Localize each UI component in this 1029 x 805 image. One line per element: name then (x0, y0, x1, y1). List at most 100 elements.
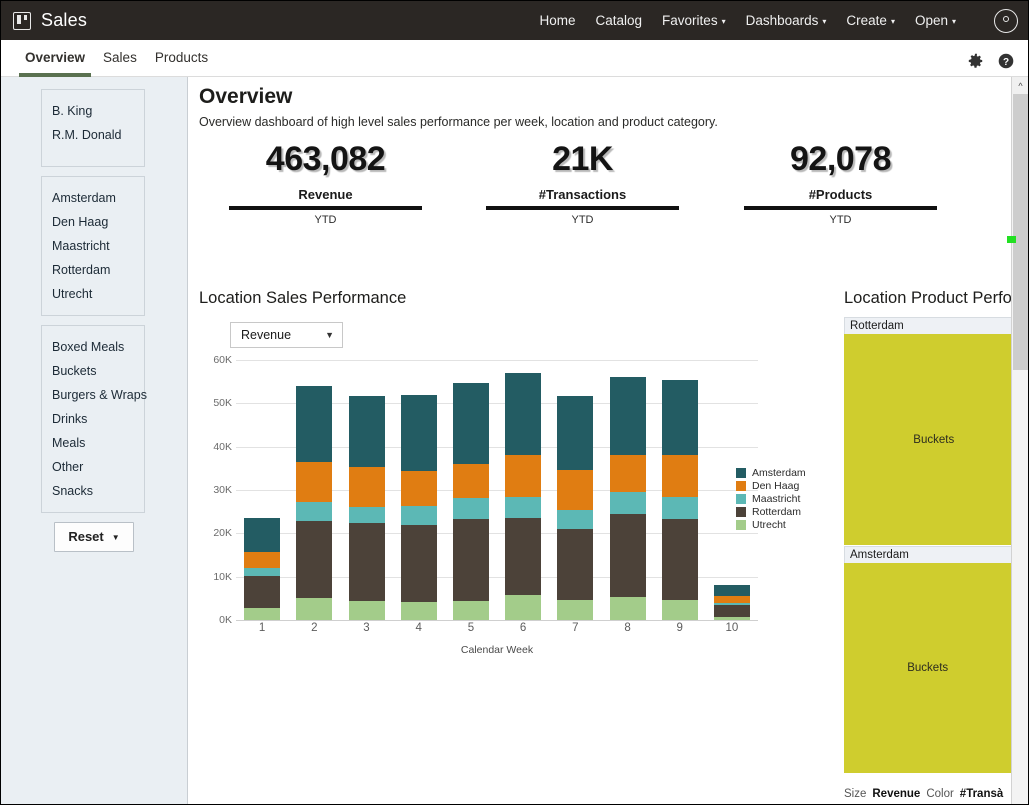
bar-segment[interactable] (557, 396, 593, 471)
kpi-transactions[interactable]: 21K #Transactions YTD (486, 139, 679, 226)
bar-segment[interactable] (349, 523, 385, 601)
bar-segment[interactable] (610, 514, 646, 597)
filter-item-amsterdam[interactable]: Amsterdam (52, 186, 134, 210)
bar-segment[interactable] (349, 601, 385, 621)
treemap-group-header[interactable]: Amsterdam (844, 546, 1029, 563)
bar-segment[interactable] (349, 507, 385, 523)
filter-item-drinks[interactable]: Drinks (52, 407, 134, 431)
bar-segment[interactable] (401, 395, 437, 471)
stacked-bar[interactable] (714, 585, 750, 620)
bar-segment[interactable] (244, 518, 280, 552)
bar-segment[interactable] (401, 471, 437, 506)
treemap-tile[interactable]: Buckets (844, 334, 1023, 545)
bar-segment[interactable] (349, 467, 385, 506)
bar-segment[interactable] (296, 462, 332, 502)
user-avatar-icon[interactable] (994, 9, 1018, 33)
bar-segment[interactable] (296, 386, 332, 462)
nav-item-dashboards[interactable]: Dashboards ▾ (746, 13, 827, 28)
filter-item-rotterdam[interactable]: Rotterdam (52, 258, 134, 282)
bar-segment[interactable] (401, 602, 437, 620)
scrollbar-thumb[interactable] (1013, 94, 1028, 370)
bar-segment[interactable] (244, 576, 280, 608)
filter-item-rm-donald[interactable]: R.M. Donald (52, 123, 134, 147)
bar-segment[interactable] (296, 521, 332, 598)
kpi-products[interactable]: 92,078 #Products YTD (744, 139, 937, 226)
filter-item-utrecht[interactable]: Utrecht (52, 282, 134, 306)
bar-segment[interactable] (505, 518, 541, 596)
gear-icon[interactable] (968, 53, 984, 69)
bar-segment[interactable] (557, 600, 593, 620)
bar-segment[interactable] (557, 470, 593, 509)
bar-segment[interactable] (453, 601, 489, 621)
reset-button[interactable]: Reset ▼ (54, 522, 133, 552)
bar-segment[interactable] (714, 596, 750, 603)
nav-item-home[interactable]: Home (539, 13, 575, 28)
legend-item[interactable]: Utrecht (736, 519, 806, 531)
bar-segment[interactable] (453, 498, 489, 520)
stacked-bar[interactable] (349, 396, 385, 620)
treemap-group-header[interactable]: Rotterdam (844, 317, 1029, 334)
filter-item-boxed-meals[interactable]: Boxed Meals (52, 335, 134, 359)
bar-segment[interactable] (714, 617, 750, 620)
bar-segment[interactable] (557, 510, 593, 530)
bar-segment[interactable] (401, 525, 437, 603)
bar-segment[interactable] (296, 502, 332, 522)
bar-segment[interactable] (505, 497, 541, 518)
bar-segment[interactable] (453, 519, 489, 600)
legend-item[interactable]: Rotterdam (736, 506, 806, 518)
bar-segment[interactable] (453, 383, 489, 464)
bar-segment[interactable] (505, 595, 541, 620)
nav-item-favorites[interactable]: Favorites ▾ (662, 13, 726, 28)
nav-item-catalog[interactable]: Catalog (596, 13, 643, 28)
bar-segment[interactable] (296, 598, 332, 620)
filter-item-burgers-wraps[interactable]: Burgers & Wraps (52, 383, 134, 407)
filter-item-buckets[interactable]: Buckets (52, 359, 134, 383)
legend-item[interactable]: Maastricht (736, 493, 806, 505)
bar-segment[interactable] (244, 568, 280, 577)
bar-segment[interactable] (349, 396, 385, 468)
nav-item-create[interactable]: Create ▾ (846, 13, 895, 28)
treemap-tile[interactable]: Buckets (844, 563, 1011, 773)
filter-item-other[interactable]: Other (52, 455, 134, 479)
stacked-bar[interactable] (453, 383, 489, 620)
filter-item-snacks[interactable]: Snacks (52, 479, 134, 503)
bar-segment[interactable] (662, 519, 698, 599)
bar-segment[interactable] (557, 529, 593, 599)
stacked-bar[interactable] (610, 377, 646, 620)
bar-segment[interactable] (401, 506, 437, 525)
bar-segment[interactable] (610, 492, 646, 514)
help-icon[interactable]: ? (998, 53, 1014, 69)
measure-select[interactable]: Revenue ▼ (230, 322, 343, 348)
bar-segment[interactable] (662, 455, 698, 497)
bar-segment[interactable] (662, 600, 698, 620)
bar-segment[interactable] (714, 605, 750, 617)
stacked-bar[interactable] (401, 395, 437, 620)
bar-segment[interactable] (662, 497, 698, 520)
bar-segment[interactable] (662, 380, 698, 455)
scroll-up-arrow-icon[interactable]: ^ (1012, 77, 1029, 94)
kpi-revenue[interactable]: 463,082 Revenue YTD (229, 139, 422, 226)
bar-segment[interactable] (244, 552, 280, 567)
filter-item-b-king[interactable]: B. King (52, 99, 134, 123)
vertical-scrollbar[interactable]: ^ (1011, 77, 1028, 805)
bar-segment[interactable] (610, 597, 646, 620)
stacked-bar[interactable] (662, 380, 698, 620)
bar-segment[interactable] (244, 608, 280, 620)
bar-segment[interactable] (610, 377, 646, 455)
bar-segment[interactable] (453, 464, 489, 497)
tab-overview[interactable]: Overview (19, 50, 91, 77)
legend-item[interactable]: Den Haag (736, 480, 806, 492)
stacked-bar[interactable] (244, 518, 280, 620)
filter-item-meals[interactable]: Meals (52, 431, 134, 455)
bar-segment[interactable] (505, 373, 541, 455)
legend-item[interactable]: Amsterdam (736, 467, 806, 479)
stacked-bar[interactable] (557, 396, 593, 620)
filter-item-den-haag[interactable]: Den Haag (52, 210, 134, 234)
bar-segment[interactable] (505, 455, 541, 497)
stacked-bar[interactable] (296, 386, 332, 620)
tab-products[interactable]: Products (149, 50, 214, 77)
tab-sales[interactable]: Sales (97, 50, 143, 77)
bar-segment[interactable] (610, 455, 646, 492)
filter-item-maastricht[interactable]: Maastricht (52, 234, 134, 258)
nav-item-open[interactable]: Open ▾ (915, 13, 956, 28)
